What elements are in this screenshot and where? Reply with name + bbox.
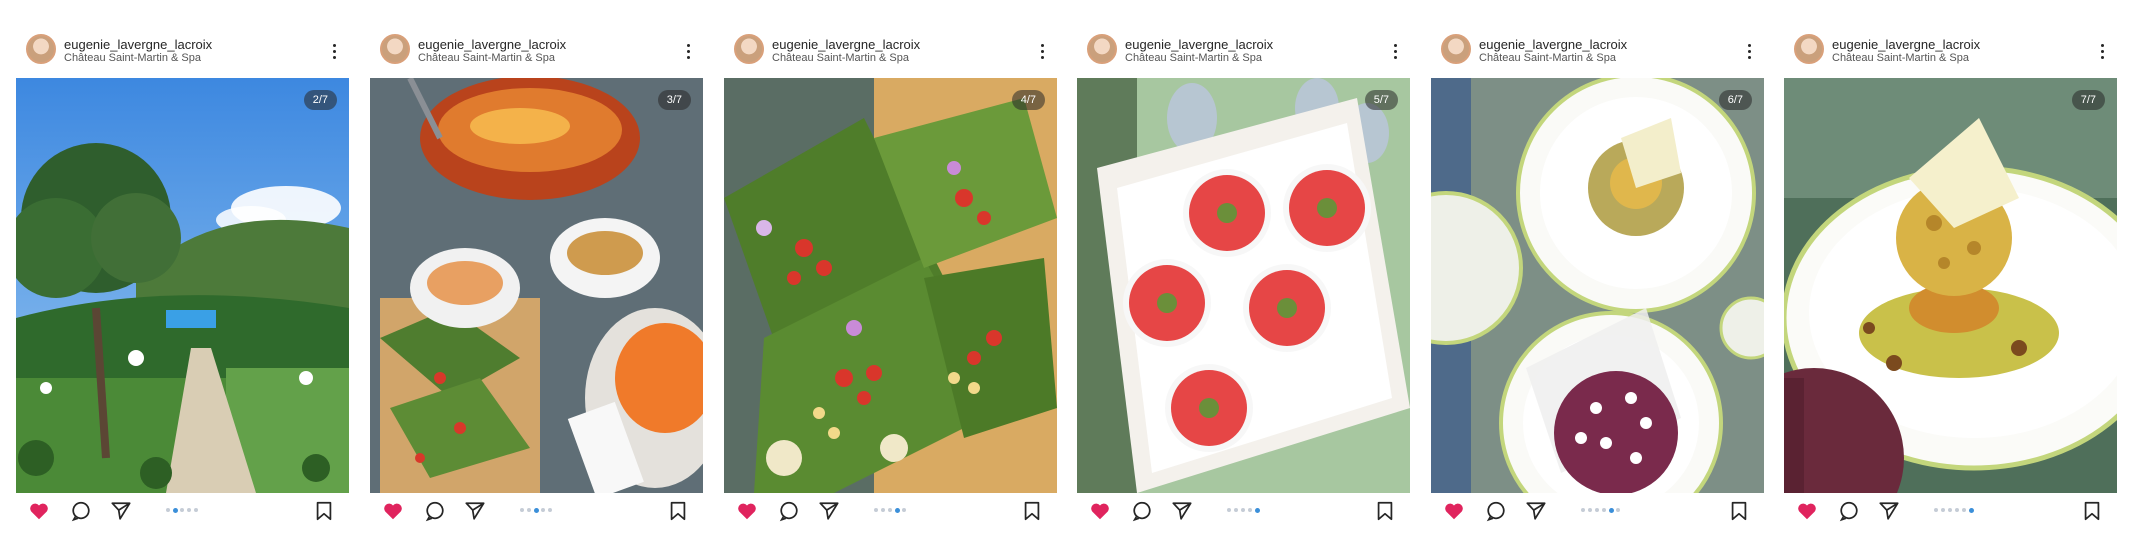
heart-icon[interactable] [736, 500, 758, 522]
post-card: eugenie_lavergne_lacroix Château Saint-M… [16, 22, 349, 522]
more-options-icon[interactable] [1748, 44, 1752, 60]
location[interactable]: Château Saint-Martin & Spa [1125, 52, 1262, 64]
bookmark-icon[interactable] [1021, 500, 1043, 522]
image-counter: 3/7 [657, 90, 691, 110]
heart-icon[interactable] [382, 500, 404, 522]
username[interactable]: eugenie_lavergne_lacroix [1125, 37, 1273, 52]
comment-icon[interactable] [70, 500, 92, 522]
bookmark-icon[interactable] [1728, 500, 1750, 522]
carousel-dots [1934, 507, 1984, 514]
avatar[interactable] [1794, 34, 1824, 64]
post-actions [16, 496, 349, 522]
username[interactable]: eugenie_lavergne_lacroix [418, 37, 566, 52]
post-actions [1077, 496, 1410, 522]
post-actions [370, 496, 703, 522]
username[interactable]: eugenie_lavergne_lacroix [1832, 37, 1980, 52]
paper-plane-icon[interactable] [1525, 500, 1547, 522]
comment-icon[interactable] [1485, 500, 1507, 522]
location[interactable]: Château Saint-Martin & Spa [64, 52, 201, 64]
bookmark-icon[interactable] [1374, 500, 1396, 522]
post-card: eugenie_lavergne_lacroix Château Saint-M… [1431, 22, 1764, 522]
bookmark-icon[interactable] [667, 500, 689, 522]
paper-plane-icon[interactable] [1878, 500, 1900, 522]
heart-icon[interactable] [28, 500, 50, 522]
more-options-icon[interactable] [687, 44, 691, 60]
carousel-dots [1227, 507, 1277, 514]
comment-icon[interactable] [778, 500, 800, 522]
bookmark-icon[interactable] [2081, 500, 2103, 522]
post-card: eugenie_lavergne_lacroix Château Saint-M… [724, 22, 1057, 522]
image-counter: 2/7 [303, 90, 337, 110]
location[interactable]: Château Saint-Martin & Spa [772, 52, 909, 64]
bookmark-icon[interactable] [313, 500, 335, 522]
carousel-dots [166, 507, 216, 514]
post-photo[interactable]: 4/7 [724, 78, 1057, 493]
post-actions [1784, 496, 2117, 522]
post-card: eugenie_lavergne_lacroix Château Saint-M… [1784, 22, 2117, 522]
post-header: eugenie_lavergne_lacroix Château Saint-M… [1077, 22, 1410, 74]
username[interactable]: eugenie_lavergne_lacroix [772, 37, 920, 52]
location[interactable]: Château Saint-Martin & Spa [1479, 52, 1616, 64]
avatar[interactable] [1087, 34, 1117, 64]
heart-icon[interactable] [1089, 500, 1111, 522]
avatar[interactable] [380, 34, 410, 64]
avatar[interactable] [1441, 34, 1471, 64]
comment-icon[interactable] [1131, 500, 1153, 522]
post-actions [1431, 496, 1764, 522]
more-options-icon[interactable] [1394, 44, 1398, 60]
post-header: eugenie_lavergne_lacroix Château Saint-M… [370, 22, 703, 74]
paper-plane-icon[interactable] [110, 500, 132, 522]
comment-icon[interactable] [1838, 500, 1860, 522]
paper-plane-icon[interactable] [464, 500, 486, 522]
more-options-icon[interactable] [1041, 44, 1045, 60]
carousel-dots [520, 507, 570, 514]
post-photo[interactable]: 5/7 [1077, 78, 1410, 493]
post-photo[interactable]: 7/7 [1784, 78, 2117, 493]
heart-icon[interactable] [1443, 500, 1465, 522]
post-actions [724, 496, 1057, 522]
image-counter: 7/7 [2071, 90, 2105, 110]
image-counter: 4/7 [1011, 90, 1045, 110]
location[interactable]: Château Saint-Martin & Spa [418, 52, 555, 64]
carousel-dots [874, 507, 924, 514]
carousel-dots [1581, 507, 1631, 514]
more-options-icon[interactable] [2101, 44, 2105, 60]
paper-plane-icon[interactable] [818, 500, 840, 522]
post-card: eugenie_lavergne_lacroix Château Saint-M… [370, 22, 703, 522]
post-photo[interactable]: 6/7 [1431, 78, 1764, 493]
post-photo[interactable]: 3/7 [370, 78, 703, 493]
post-header: eugenie_lavergne_lacroix Château Saint-M… [1431, 22, 1764, 74]
location[interactable]: Château Saint-Martin & Spa [1832, 52, 1969, 64]
paper-plane-icon[interactable] [1171, 500, 1193, 522]
post-card: eugenie_lavergne_lacroix Château Saint-M… [1077, 22, 1410, 522]
username[interactable]: eugenie_lavergne_lacroix [1479, 37, 1627, 52]
post-header: eugenie_lavergne_lacroix Château Saint-M… [724, 22, 1057, 74]
post-header: eugenie_lavergne_lacroix Château Saint-M… [16, 22, 349, 74]
avatar[interactable] [734, 34, 764, 64]
post-header: eugenie_lavergne_lacroix Château Saint-M… [1784, 22, 2117, 74]
image-counter: 5/7 [1364, 90, 1398, 110]
username[interactable]: eugenie_lavergne_lacroix [64, 37, 212, 52]
image-counter: 6/7 [1718, 90, 1752, 110]
avatar[interactable] [26, 34, 56, 64]
heart-icon[interactable] [1796, 500, 1818, 522]
post-carousel-strip: eugenie_lavergne_lacroix Château Saint-M… [0, 0, 2130, 544]
comment-icon[interactable] [424, 500, 446, 522]
more-options-icon[interactable] [333, 44, 337, 60]
post-photo[interactable]: 2/7 [16, 78, 349, 493]
